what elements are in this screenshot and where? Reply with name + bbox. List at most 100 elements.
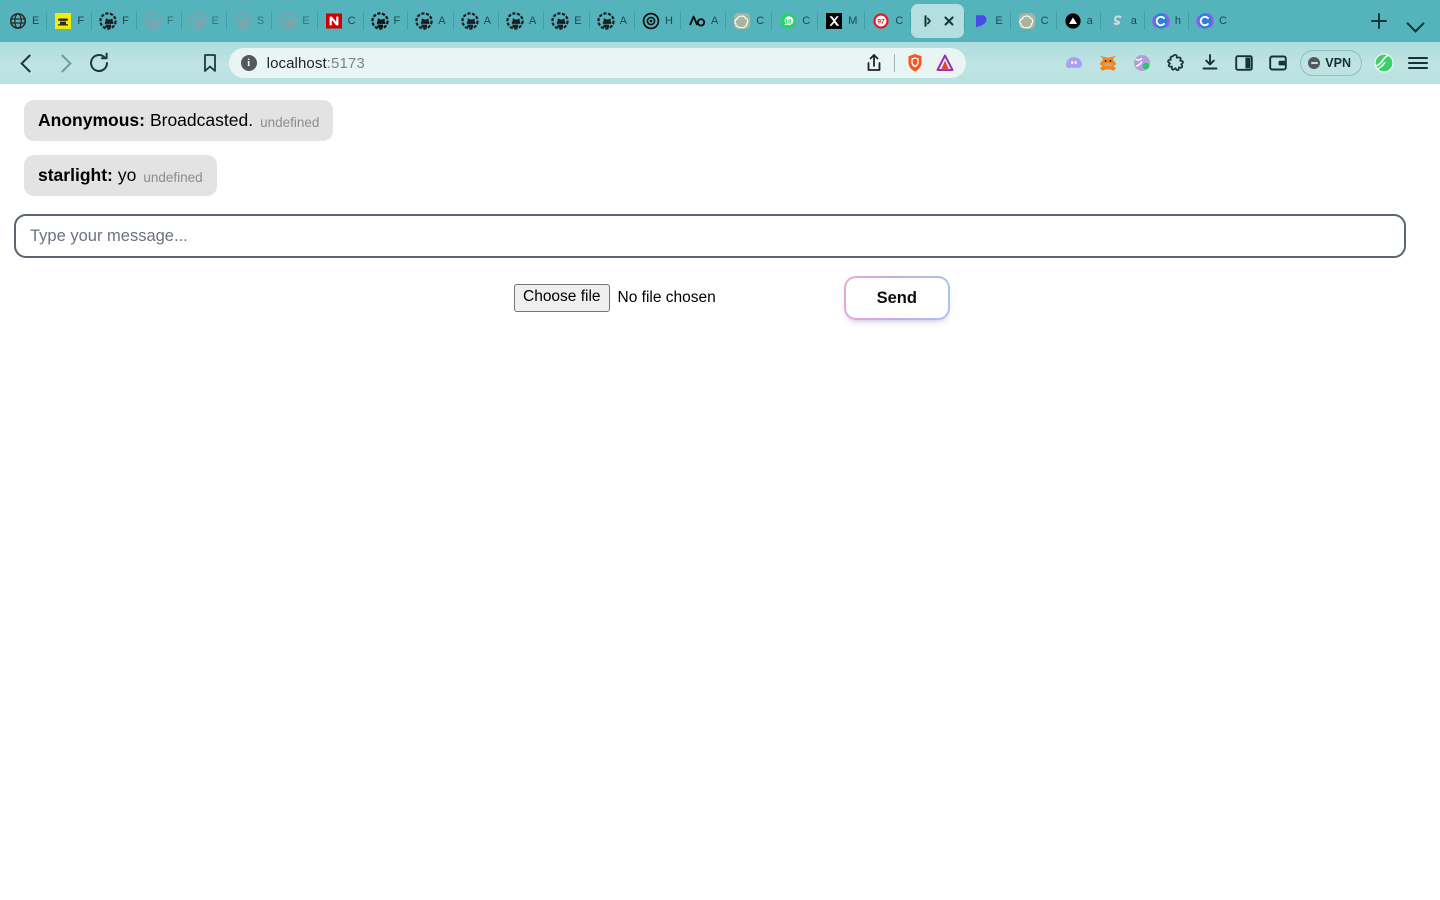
site-info-icon[interactable] xyxy=(240,55,257,71)
message-timestamp: undefined xyxy=(260,114,320,130)
browser-tab[interactable]: F xyxy=(137,4,181,38)
message-text: yo xyxy=(117,165,137,186)
tab-title: F xyxy=(166,15,174,27)
globe-grid-icon xyxy=(9,12,27,30)
browser-tab[interactable]: A xyxy=(454,4,498,38)
browser-tab[interactable]: A xyxy=(590,4,634,38)
browser-tab[interactable]: F xyxy=(364,4,408,38)
tab-title: C xyxy=(1218,15,1227,27)
browser-tab[interactable]: C xyxy=(1011,4,1056,38)
browser-tab[interactable]: C xyxy=(726,4,771,38)
message-text: Broadcasted. xyxy=(149,110,254,130)
browser-tab-active[interactable] xyxy=(911,4,965,38)
openai-icon xyxy=(733,12,751,30)
tab-title: C xyxy=(1040,15,1049,27)
address-bar[interactable]: localhost:5173 xyxy=(228,48,966,78)
copilot-icon xyxy=(1196,12,1214,30)
url-text: localhost:5173 xyxy=(266,54,365,72)
composer-controls: Choose file No file chosen Send xyxy=(14,276,1406,321)
tab-title: S xyxy=(256,15,265,27)
message-input[interactable] xyxy=(14,214,1406,259)
tab-title: A xyxy=(483,15,491,27)
phantom-wallet-icon[interactable] xyxy=(1062,51,1086,75)
nvidia-icon xyxy=(325,12,343,30)
wallet-extension-icon[interactable] xyxy=(1130,51,1154,75)
browser-tab[interactable]: E xyxy=(272,4,316,38)
tab-title: F xyxy=(122,15,129,27)
browser-tab[interactable]: 97 C xyxy=(865,4,910,38)
github-dark-icon xyxy=(370,12,389,30)
browser-tab[interactable]: F xyxy=(47,4,91,38)
browser-tab[interactable]: A xyxy=(681,4,725,38)
vpn-button[interactable]: VPN xyxy=(1300,50,1362,76)
message-sender: Anonymous: xyxy=(38,110,145,130)
svg-text:97: 97 xyxy=(878,18,886,25)
tab-title: C xyxy=(347,15,356,27)
browser-menu-button[interactable] xyxy=(1406,51,1430,75)
browser-tab[interactable]: E xyxy=(2,4,46,38)
browser-tab[interactable]: C xyxy=(1189,4,1234,38)
browser-toolbar: localhost:5173 xyxy=(0,42,1440,84)
url-actions xyxy=(861,50,958,76)
file-status-label: No file chosen xyxy=(617,289,716,307)
file-input[interactable]: Choose file No file chosen xyxy=(514,284,716,313)
blue-shape-icon xyxy=(972,12,990,30)
share-icon[interactable] xyxy=(861,50,887,76)
github-icon xyxy=(99,12,117,30)
browser-tab[interactable]: F xyxy=(92,4,136,38)
browser-tab[interactable]: 18 C xyxy=(772,4,817,38)
yellow-note-icon xyxy=(54,12,72,30)
send-button-label: Send xyxy=(845,278,948,319)
metamask-icon[interactable] xyxy=(1096,51,1120,75)
github-icon xyxy=(415,12,433,30)
browser-tab[interactable]: E xyxy=(965,4,1009,38)
tab-title: A xyxy=(438,15,446,27)
profile-avatar[interactable] xyxy=(1372,51,1396,75)
downloads-icon[interactable] xyxy=(1198,51,1222,75)
bookmark-icon[interactable] xyxy=(197,50,223,76)
close-icon[interactable] xyxy=(941,13,957,29)
localhost-icon xyxy=(918,12,936,30)
tab-title: A xyxy=(619,15,627,27)
back-button[interactable] xyxy=(10,46,44,80)
browser-tab[interactable]: C xyxy=(318,4,363,38)
message-list: Anonymous: Broadcasted. undefined starlight… xyxy=(0,84,1440,197)
browser-tab[interactable]: A xyxy=(499,4,543,38)
new-tab-button[interactable] xyxy=(1362,4,1396,38)
tab-list: E F F F E S E C F A A A E A H A C 18 C M… xyxy=(2,0,1356,42)
forward-button[interactable] xyxy=(46,46,80,80)
tab-title: M xyxy=(848,15,858,27)
browser-window: E F F F E S E C F A A A E A H A C 18 C M… xyxy=(0,0,1440,900)
browser-tab[interactable]: h xyxy=(1145,4,1188,38)
browser-tab[interactable]: H xyxy=(635,4,680,38)
reload-button[interactable] xyxy=(82,46,116,80)
browser-tab[interactable]: E xyxy=(544,4,588,38)
message-timestamp: undefined xyxy=(143,169,203,185)
send-button[interactable]: Send xyxy=(843,276,950,321)
brave-wallet-icon[interactable] xyxy=(1266,51,1290,75)
browser-tab[interactable]: E xyxy=(182,4,226,38)
brave-rewards-icon[interactable] xyxy=(932,50,958,76)
chevron-down-icon[interactable] xyxy=(1396,0,1436,42)
github-icon xyxy=(596,12,615,30)
send-button-wrap: Send xyxy=(843,276,950,321)
whatsapp-icon: 18 xyxy=(779,12,797,30)
page-content: Anonymous: Broadcasted. undefined starlight… xyxy=(0,84,1440,900)
browser-tab[interactable]: a xyxy=(1057,4,1100,38)
browser-tab[interactable]: A xyxy=(408,4,452,38)
browser-tab[interactable]: S xyxy=(227,4,271,38)
github-icon xyxy=(460,12,479,30)
browser-tab[interactable]: M xyxy=(818,4,864,38)
extensions-puzzle-icon[interactable] xyxy=(1164,51,1188,75)
brave-shields-icon[interactable] xyxy=(902,50,928,76)
chat-message: Anonymous: Broadcasted. undefined xyxy=(24,100,334,142)
vpn-label: VPN xyxy=(1325,56,1351,70)
ao-logo-icon xyxy=(688,12,706,30)
ghost-s-icon xyxy=(1108,12,1126,30)
tab-title: E xyxy=(32,15,40,27)
browser-tab[interactable]: a xyxy=(1101,4,1144,38)
choose-file-button[interactable]: Choose file xyxy=(514,284,610,313)
sidebar-toggle-icon[interactable] xyxy=(1232,51,1256,75)
tab-title: A xyxy=(528,15,537,27)
github-icon xyxy=(506,12,524,30)
